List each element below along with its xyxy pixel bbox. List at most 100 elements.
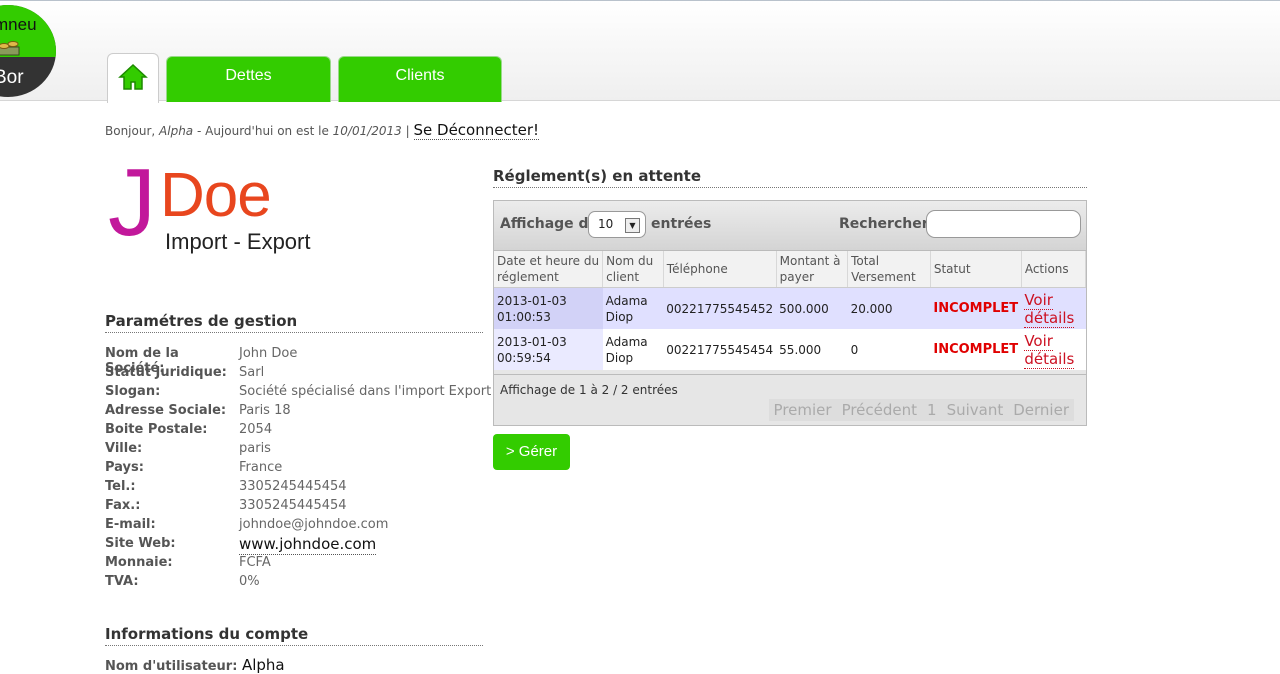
company-logo: J Doe Import - Export bbox=[108, 155, 328, 260]
app-logo[interactable]: mneu Bor bbox=[0, 5, 56, 97]
param-value: 2054 bbox=[239, 422, 273, 437]
param-label: Adresse Sociale: bbox=[105, 403, 227, 418]
param-value: Société spécialisé dans l'import Export bbox=[239, 384, 492, 399]
param-label: Site Web: bbox=[105, 536, 176, 551]
param-row: E-mail: johndoe@johndoe.com bbox=[105, 517, 491, 536]
tab-clients[interactable]: Clients bbox=[338, 56, 502, 102]
logout-link[interactable]: Se Déconnecter! bbox=[413, 121, 540, 140]
pending-table: Date et heure du réglement Nom du client… bbox=[494, 251, 1087, 370]
param-row: Monnaie: FCFA bbox=[105, 555, 491, 574]
cell-phone: 00221775545452 bbox=[663, 287, 777, 329]
table-header-row: Date et heure du réglement Nom du client… bbox=[494, 251, 1087, 288]
param-label: Tel.: bbox=[105, 479, 136, 494]
pager-next[interactable]: Suivant bbox=[942, 399, 1009, 421]
cell-actions: Voir détails bbox=[1021, 287, 1086, 329]
view-details-link[interactable]: Voir détails bbox=[1024, 290, 1075, 328]
cell-actions: Voir détails bbox=[1021, 329, 1086, 370]
param-value: 0% bbox=[239, 574, 260, 589]
param-value: France bbox=[239, 460, 283, 475]
search-label: Rechercher: bbox=[839, 216, 935, 232]
pager-first[interactable]: Premier bbox=[769, 399, 837, 421]
greeting-separator: | bbox=[401, 124, 414, 138]
column-header-paid[interactable]: Total Versement bbox=[847, 251, 931, 288]
cell-paid: 20.000 bbox=[847, 287, 931, 329]
home-icon bbox=[118, 63, 148, 90]
param-value: 3305245445454 bbox=[239, 479, 347, 494]
param-row: Ville: paris bbox=[105, 441, 491, 460]
cell-amount: 55.000 bbox=[776, 329, 848, 370]
company-logo-tagline: Import - Export bbox=[165, 229, 311, 254]
pending-table-panel: Affichage de 10 ▼ entrées Rechercher: Da… bbox=[493, 200, 1087, 426]
param-row: Pays: France bbox=[105, 460, 491, 479]
param-row: Boite Postale: 2054 bbox=[105, 422, 491, 441]
param-label: Slogan: bbox=[105, 384, 161, 399]
logo-text-bottom: Bor bbox=[0, 67, 24, 88]
cell-client: Adama Diop bbox=[602, 287, 664, 329]
param-label: Monnaie: bbox=[105, 555, 173, 570]
logo-text-top: mneu bbox=[0, 15, 37, 34]
page-length-value: 10 bbox=[598, 217, 614, 231]
table-row: 2013-01-03 01:00:53 Adama Diop 002217755… bbox=[494, 287, 1086, 329]
manage-button[interactable]: > Gérer bbox=[493, 434, 570, 470]
cell-status: INCOMPLET bbox=[930, 329, 1022, 370]
param-label: Statut Juridique: bbox=[105, 365, 227, 380]
param-row: Site Web: www.johndoe.com bbox=[105, 536, 491, 555]
greeting-bar: Bonjour, Alpha - Aujourd'hui on est le 1… bbox=[105, 121, 540, 140]
param-value: Paris 18 bbox=[239, 403, 291, 418]
param-row: Statut Juridique: Sarl bbox=[105, 365, 491, 384]
params-section-title: Paramétres de gestion bbox=[105, 312, 483, 333]
column-header-actions[interactable]: Actions bbox=[1021, 251, 1087, 288]
param-value: 3305245445454 bbox=[239, 498, 347, 513]
column-header-date[interactable]: Date et heure du réglement bbox=[494, 251, 604, 288]
status-badge: INCOMPLET bbox=[933, 342, 1019, 357]
account-value: Alpha bbox=[241, 656, 285, 674]
chevron-down-icon: ▼ bbox=[625, 218, 640, 233]
param-label: E-mail: bbox=[105, 517, 156, 532]
table-toolbar: Affichage de 10 ▼ entrées Rechercher: bbox=[494, 201, 1086, 251]
param-row: Nom de la Société: John Doe bbox=[105, 346, 491, 376]
param-label: Ville: bbox=[105, 441, 143, 456]
length-label-prefix: Affichage de bbox=[500, 216, 599, 232]
pager-page[interactable]: 1 bbox=[922, 399, 942, 421]
param-row: Fax.: 3305245445454 bbox=[105, 498, 491, 517]
search-input[interactable] bbox=[926, 210, 1081, 238]
param-value: Sarl bbox=[239, 365, 265, 380]
tab-home[interactable] bbox=[107, 53, 159, 103]
pager-previous[interactable]: Précédent bbox=[837, 399, 922, 421]
cell-date: 2013-01-03 01:00:53 bbox=[494, 287, 603, 329]
param-row: Adresse Sociale: Paris 18 bbox=[105, 403, 491, 422]
column-header-amount[interactable]: Montant à payer bbox=[776, 251, 849, 288]
cell-amount: 500.000 bbox=[776, 287, 848, 329]
param-row: Tel.: 3305245445454 bbox=[105, 479, 491, 498]
params-list: Nom de la Société: John Doe Statut Juridi… bbox=[105, 346, 491, 593]
website-link[interactable]: www.johndoe.com bbox=[239, 536, 377, 555]
account-section-title: Informations du compte bbox=[105, 625, 483, 646]
view-details-link[interactable]: Voir détails bbox=[1024, 331, 1075, 369]
param-value: FCFA bbox=[239, 555, 271, 570]
column-header-client[interactable]: Nom du client bbox=[602, 251, 664, 288]
tab-dettes[interactable]: Dettes bbox=[166, 56, 331, 102]
table-info: Affichage de 1 à 2 / 2 entrées bbox=[500, 383, 678, 397]
top-header: mneu Bor Dettes Clients bbox=[0, 0, 1280, 103]
account-row-partial: Nom d'utilisateur: Alpha bbox=[105, 656, 285, 674]
param-value: johndoe@johndoe.com bbox=[239, 517, 389, 532]
status-badge: INCOMPLET bbox=[933, 301, 1019, 316]
param-label: TVA: bbox=[105, 574, 139, 589]
page-length-select[interactable]: 10 ▼ bbox=[588, 211, 646, 238]
param-label: Boite Postale: bbox=[105, 422, 208, 437]
account-label: Nom d'utilisateur: bbox=[105, 659, 238, 674]
param-row: TVA: 0% bbox=[105, 574, 491, 593]
param-label: Fax.: bbox=[105, 498, 141, 513]
param-label: Nom de la Société: bbox=[105, 346, 179, 376]
cell-paid: 0 bbox=[847, 329, 931, 370]
pagination: Premier Précédent 1 Suivant Dernier bbox=[768, 399, 1074, 421]
greeting-date: 10/01/2013 bbox=[332, 124, 402, 138]
cell-phone: 00221775545454 bbox=[663, 329, 777, 370]
greeting-prefix: Bonjour, bbox=[105, 124, 160, 138]
column-header-status[interactable]: Statut bbox=[930, 251, 1022, 288]
param-label: Pays: bbox=[105, 460, 144, 475]
pager-last[interactable]: Dernier bbox=[1008, 399, 1074, 421]
table-row: 2013-01-03 00:59:54 Adama Diop 002217755… bbox=[494, 329, 1086, 370]
cell-date: 2013-01-03 00:59:54 bbox=[494, 329, 603, 370]
column-header-phone[interactable]: Téléphone bbox=[663, 251, 777, 288]
